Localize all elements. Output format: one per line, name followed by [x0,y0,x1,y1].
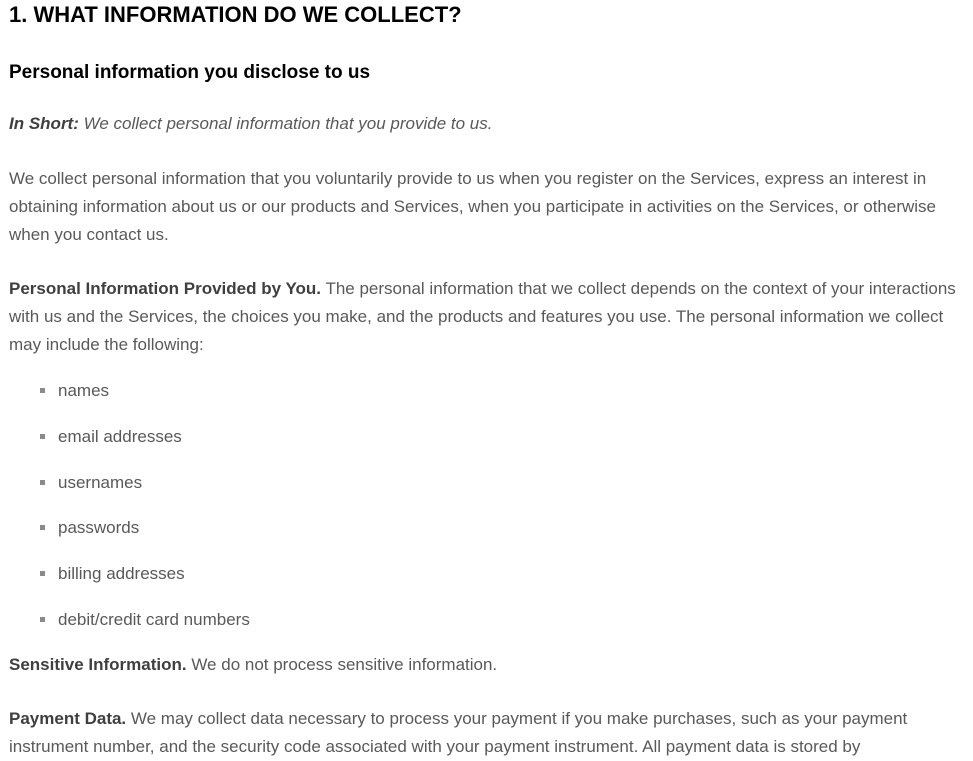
sensitive-info-lead: Sensitive Information. [9,655,187,674]
list-item-label: billing addresses [58,564,185,584]
list-item-label: names [58,381,110,400]
list-item-label: usernames [58,472,143,492]
list-item: names [40,377,250,423]
personal-info-lead: Personal Information Provided by You. [9,279,322,298]
section-title: 1. WHAT INFORMATION DO WE COLLECT? [9,2,462,27]
bullet-icon [40,571,45,577]
list-item-label: debit/credit card numbers [58,609,250,629]
sensitive-info-text: We do not process sensitive information. [186,655,498,674]
list-item: email addresses [40,423,250,469]
sensitive-info-paragraph: Sensitive Information. We do not process… [9,651,967,679]
in-short-paragraph: In Short: We collect personal informatio… [9,110,967,138]
list-item-label: passwords [58,518,140,538]
bullet-icon [40,433,45,439]
list-item: passwords [40,514,250,560]
list-item: debit/credit card numbers [40,606,250,652]
bullet-icon [40,479,45,485]
bullet-icon [40,616,45,622]
section-subtitle: Personal information you disclose to us [9,62,371,83]
list-item-label: email addresses [58,426,182,446]
list-item: usernames [40,469,250,515]
payment-data-lead: Payment Data. [9,709,127,728]
list-item: billing addresses [40,560,250,606]
bullet-icon [40,525,45,531]
in-short-label: In Short: [9,114,79,133]
in-short-text: We collect personal information that you… [78,114,493,133]
personal-info-list: names email addresses usernames password… [40,377,250,652]
collection-paragraph: We collect personal information that you… [9,169,936,244]
payment-data-paragraph: Payment Data. We may collect data necess… [9,705,967,761]
personal-info-paragraph: Personal Information Provided by You. Th… [9,275,967,359]
bullet-icon [40,388,45,393]
payment-data-text: We may collect data necessary to process… [9,709,908,756]
